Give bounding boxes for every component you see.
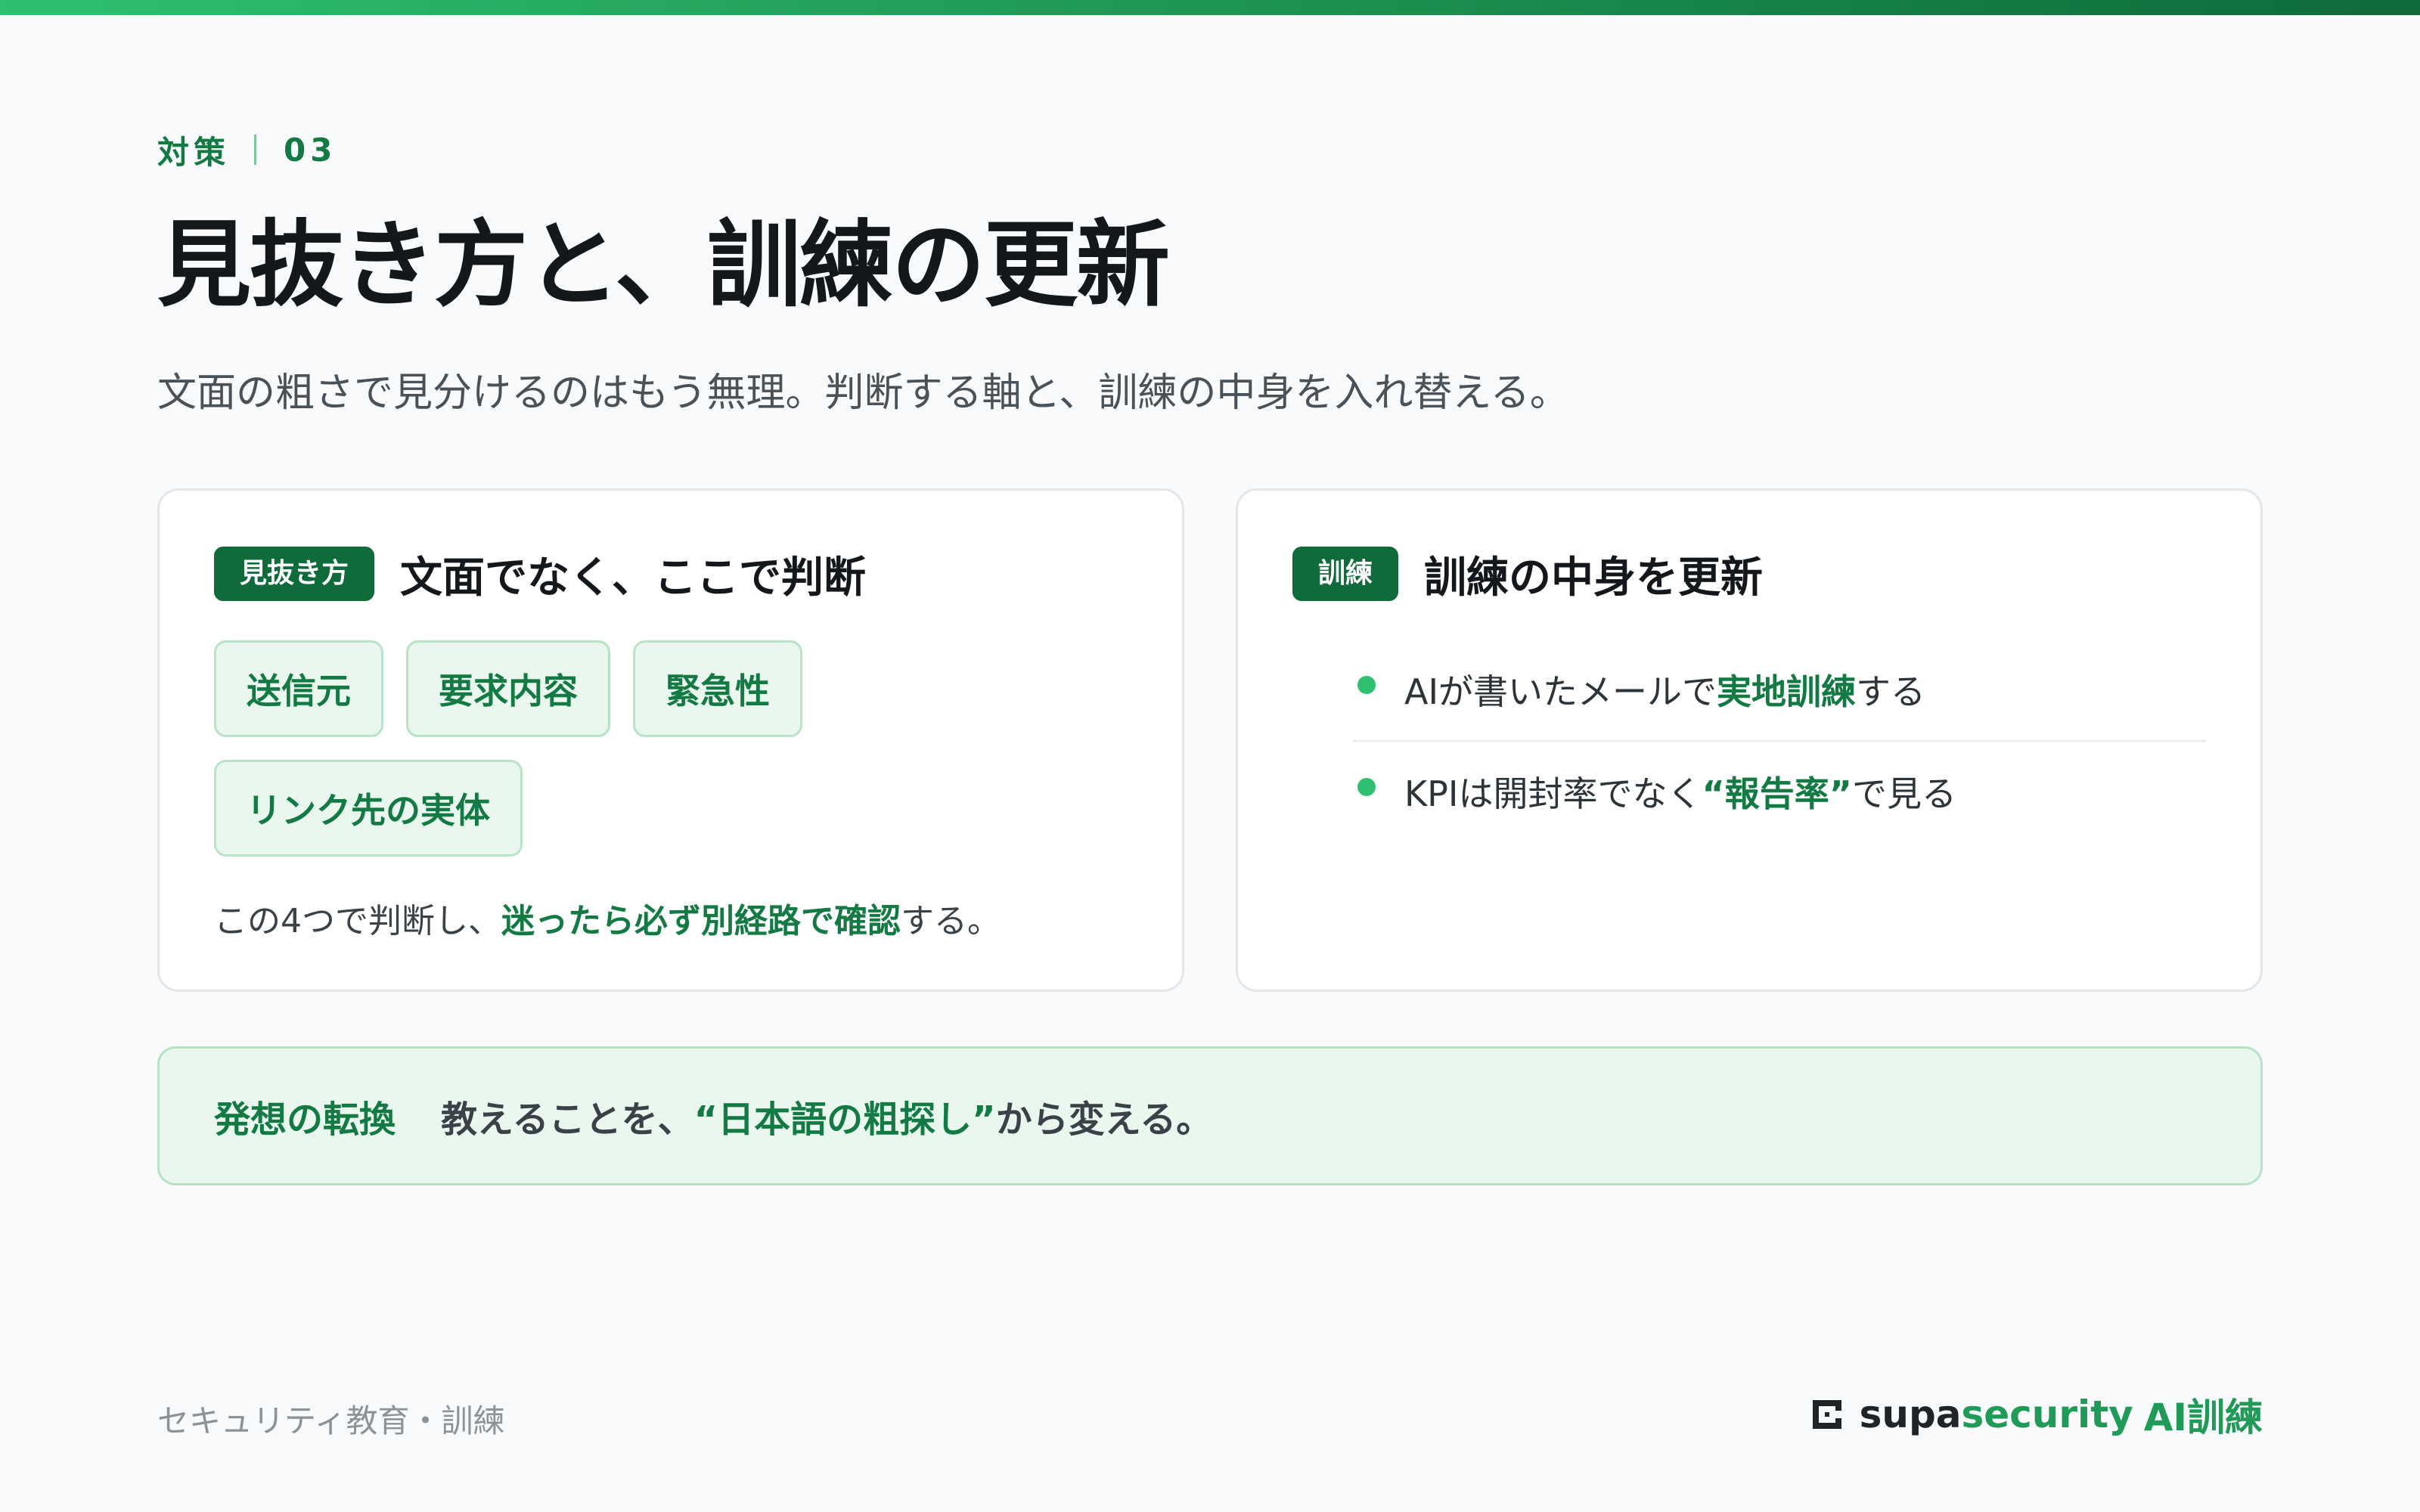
training-card-title: 訓練の中身を更新 xyxy=(1424,553,1764,603)
footer-category: セキュリティ教育・訓練 xyxy=(157,1402,505,1439)
training-card-header: 訓練 訓練の中身を更新 xyxy=(1292,545,1763,603)
bullet-text-end: で見る xyxy=(1851,773,1956,814)
note-text-end: する。 xyxy=(901,902,1001,940)
banner-text-start: 教えることを、 xyxy=(441,1098,694,1141)
brand-logo: supa security AI訓練 xyxy=(1808,1388,2263,1441)
note-text: この4つで判断し、 xyxy=(214,902,501,940)
banner-label: 発想の転換 xyxy=(214,1098,396,1141)
bullet-text-end: する xyxy=(1856,671,1926,712)
section-eyebrow: 対策 03 xyxy=(157,127,337,172)
training-bullet: KPIは開封率でなく “報告率” で見る xyxy=(1353,740,2206,841)
bullet-text: KPIは開封率でなく xyxy=(1404,773,1702,814)
bullet-text: AIが書いたメールで xyxy=(1404,671,1717,712)
section-label: 対策 xyxy=(157,133,231,171)
note-highlight: 迷ったら必ず別経路で確認 xyxy=(501,902,901,940)
bullet-highlight: 実地訓練 xyxy=(1717,671,1857,712)
banner-highlight: “日本語の粗探し” xyxy=(693,1098,996,1141)
page-subtitle: 文面の粗さで見分けるのはもう無理。判断する軸と、訓練の中身を入れ替える。 xyxy=(157,370,1569,416)
criteria-chip: リンク先の実体 xyxy=(214,760,523,857)
brand-name-main: supa xyxy=(1859,1393,1962,1436)
page-title: 見抜き方と、訓練の更新 xyxy=(157,211,1170,320)
criteria-chip: 送信元 xyxy=(214,640,383,737)
eyebrow-divider xyxy=(254,135,257,165)
detection-card-title: 文面でなく、ここで判断 xyxy=(400,553,867,603)
brand-product: AI訓練 xyxy=(2143,1396,2263,1439)
supasecurity-logo-icon xyxy=(1812,1400,1841,1429)
banner-text-end: から変える。 xyxy=(995,1098,1213,1141)
training-bullet: AIが書いたメールで 実地訓練 する xyxy=(1353,639,2206,740)
training-card: 訓練 訓練の中身を更新 AIが書いたメールで 実地訓練 する KPIは開封率でなく “… xyxy=(1236,488,2263,992)
criteria-chip: 要求内容 xyxy=(406,640,610,737)
detection-note: この4つで判断し、迷ったら必ず別経路で確認する。 xyxy=(214,899,1001,944)
detection-card-header: 見抜き方 文面でなく、ここで判断 xyxy=(214,545,866,603)
detection-tag: 見抜き方 xyxy=(214,547,375,601)
detection-card: 見抜き方 文面でなく、ここで判断 送信元 要求内容 緊急性 リンク先の実体 この… xyxy=(157,488,1184,992)
bullet-dot-icon xyxy=(1357,676,1376,694)
section-number: 03 xyxy=(284,131,337,169)
criteria-chip: 緊急性 xyxy=(633,640,802,737)
brand-name-accent: security xyxy=(1961,1393,2133,1436)
training-bullet-list: AIが書いたメールで 実地訓練 する KPIは開封率でなく “報告率” で見る xyxy=(1353,639,2206,841)
mindset-banner: 発想の転換 教えることを、“日本語の粗探し”から変える。 xyxy=(157,1046,2263,1185)
criteria-chip-list: 送信元 要求内容 緊急性 リンク先の実体 xyxy=(214,640,1084,857)
bullet-dot-icon xyxy=(1357,778,1376,796)
bullet-highlight: “報告率” xyxy=(1702,773,1852,814)
training-tag: 訓練 xyxy=(1292,547,1399,601)
banner-text: 教えることを、“日本語の粗探し”から変える。 xyxy=(441,1089,1212,1142)
top-accent-bar xyxy=(0,0,2420,15)
